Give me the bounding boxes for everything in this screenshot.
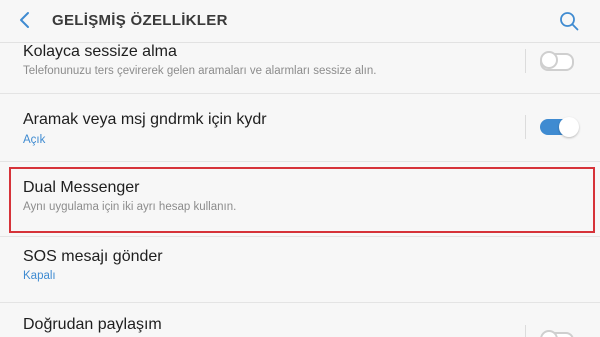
swipe-to-call-toggle[interactable] — [540, 117, 579, 137]
setting-sos-message[interactable]: SOS mesajı gönder Kapalı — [0, 237, 600, 301]
setting-title: Doğrudan paylaşım — [23, 316, 162, 333]
direct-share-toggle[interactable] — [540, 330, 574, 337]
toggle-separator — [525, 49, 526, 73]
toggle-separator — [525, 115, 526, 139]
page-title: GELİŞMİŞ ÖZELLİKLER — [52, 12, 228, 29]
setting-easy-mute[interactable]: Kolayca sessize alma Telefonunuzu ters ç… — [0, 43, 600, 93]
setting-status: Kapalı — [23, 270, 56, 282]
setting-title: Kolayca sessize alma — [23, 43, 177, 60]
setting-subtitle: Telefonunuzu ters çevirerek gelen aramal… — [23, 65, 377, 77]
setting-status: Açık — [23, 134, 46, 146]
toggle-knob — [559, 117, 579, 137]
chevron-left-icon — [20, 12, 29, 28]
search-icon — [560, 12, 579, 31]
toggle-separator — [525, 325, 526, 337]
app-header: GELİŞMİŞ ÖZELLİKLER — [0, 0, 600, 42]
setting-title: Aramak veya msj gndrmk için kydr — [23, 111, 267, 128]
highlight-box — [9, 167, 595, 233]
easy-mute-toggle[interactable] — [540, 51, 574, 71]
toggle-knob — [540, 330, 558, 337]
search-button[interactable] — [558, 10, 580, 32]
setting-direct-share[interactable]: Doğrudan paylaşım — [0, 303, 600, 337]
toggle-knob — [540, 51, 558, 69]
setting-title: SOS mesajı gönder — [23, 248, 163, 265]
setting-swipe-to-call[interactable]: Aramak veya msj gndrmk için kydr Açık — [0, 94, 600, 160]
back-button[interactable] — [14, 9, 36, 31]
